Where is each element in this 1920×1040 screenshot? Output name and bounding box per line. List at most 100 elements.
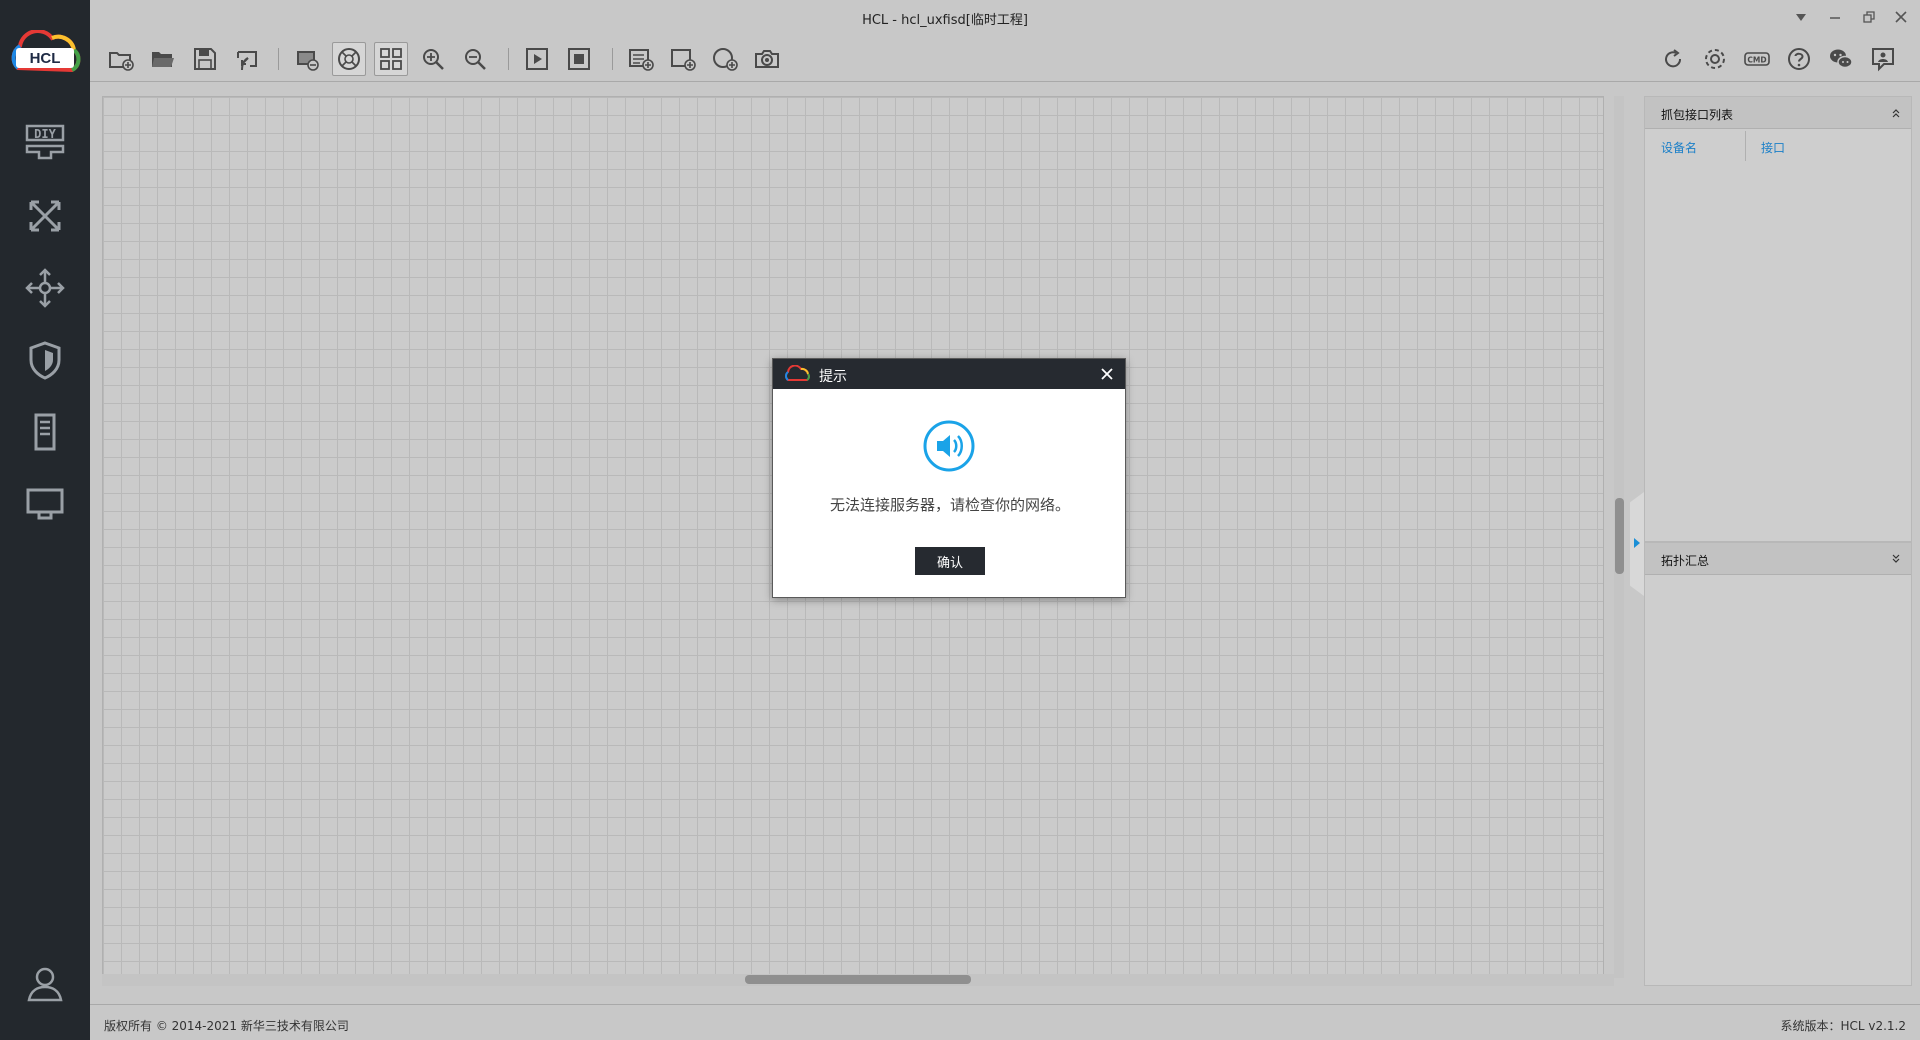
capture-list-title: 抓包接口列表 — [1661, 108, 1734, 122]
zoom-in-button[interactable] — [416, 42, 450, 76]
new-project-button[interactable] — [104, 42, 138, 76]
collapse-up-icon — [1892, 109, 1900, 118]
save-icon — [194, 48, 216, 70]
wechat-icon — [1830, 49, 1853, 69]
window-title: HCL - hcl_uxfisd[临时工程] — [862, 13, 1028, 28]
expand-arrow-icon — [1634, 538, 1640, 548]
circle-add-button[interactable] — [708, 42, 742, 76]
start-icon — [526, 48, 548, 70]
feedback-icon — [1872, 48, 1894, 72]
diy-icon: DIY — [25, 124, 65, 160]
close-button[interactable] — [1886, 4, 1916, 30]
hcl-logo: HCL — [11, 30, 81, 73]
circle-add-icon — [713, 48, 738, 71]
toolbar-separator — [612, 48, 613, 70]
shield-icon — [29, 341, 61, 380]
sidebar-item-switch[interactable] — [0, 252, 90, 324]
monitor-icon — [26, 488, 64, 520]
right-panel: 抓包接口列表 设备名 接口 拓扑汇总 — [1644, 96, 1912, 990]
screenshot-button[interactable] — [290, 42, 324, 76]
sidebar-item-terminal[interactable] — [0, 468, 90, 540]
stop-button[interactable] — [562, 42, 596, 76]
minimize-button[interactable] — [1820, 4, 1850, 30]
camera-icon — [755, 50, 779, 68]
restore-button[interactable] — [1854, 4, 1884, 30]
toolbar: CMD — [90, 34, 1920, 82]
stop-icon — [568, 48, 590, 70]
vertical-scroll-thumb[interactable] — [1615, 498, 1624, 574]
refresh-icon — [1665, 49, 1682, 68]
column-interface[interactable]: 接口 — [1761, 139, 1785, 156]
dialog-message: 无法连接服务器，请检查你的网络。 — [829, 496, 1070, 514]
speaker-icon — [923, 420, 975, 472]
alert-dialog: 提示 无法连接服务器，请检查你的网络。 确认 — [772, 358, 1126, 598]
sidebar-user[interactable] — [0, 948, 90, 1020]
minimize-icon — [1830, 17, 1840, 19]
new-project-icon — [109, 52, 134, 71]
collapse-down-icon — [1892, 554, 1900, 563]
user-icon — [27, 967, 63, 1002]
panel-collapse-handle[interactable] — [1630, 492, 1644, 596]
sidebar-item-diy[interactable]: DIY — [0, 108, 90, 180]
dialog-title-bar: 提示 — [773, 359, 1125, 389]
restore-icon — [1863, 11, 1875, 23]
rect-add-icon — [671, 49, 696, 71]
export-button[interactable] — [230, 42, 264, 76]
feedback-button[interactable] — [1866, 42, 1900, 76]
dropdown-icon — [1796, 14, 1806, 21]
open-button[interactable] — [146, 42, 180, 76]
server-icon — [34, 413, 56, 451]
camera-button[interactable] — [750, 42, 784, 76]
hcl-app: HCL DIY HCL - hcl_uxfisd[临时工程] CMD 抓包接口列… — [0, 0, 1920, 1040]
hcl-cloud-icon — [785, 365, 810, 381]
confirm-button[interactable]: 确认 — [915, 547, 985, 575]
capture-list-header[interactable]: 抓包接口列表 — [1645, 97, 1911, 129]
list-add-button[interactable] — [624, 42, 658, 76]
version-text: 系统版本：HCL v2.1.2 — [1780, 1019, 1906, 1033]
zoom-in-icon — [423, 49, 444, 70]
topology-summary-panel: 拓扑汇总 — [1644, 542, 1912, 986]
sidebar-item-firewall[interactable] — [0, 324, 90, 396]
zoom-out-button[interactable] — [458, 42, 492, 76]
switch-icon — [25, 268, 65, 308]
cmd-button[interactable]: CMD — [1740, 42, 1774, 76]
close-icon — [1895, 11, 1907, 23]
refresh-button[interactable] — [1656, 42, 1690, 76]
wechat-button[interactable] — [1824, 42, 1858, 76]
list-add-icon — [629, 49, 654, 71]
toolbar-separator — [278, 48, 279, 70]
help-button[interactable] — [1782, 42, 1816, 76]
capture-interface-list-panel: 抓包接口列表 设备名 接口 — [1644, 96, 1912, 542]
grid-icon — [380, 48, 402, 70]
gear-icon — [1705, 49, 1725, 69]
sidebar: HCL DIY — [0, 0, 90, 1040]
settings-button[interactable] — [1698, 42, 1732, 76]
sidebar-item-router[interactable] — [0, 180, 90, 252]
toolbar-separator — [508, 48, 509, 70]
status-bar: 版权所有 © 2014-2021 新华三技术有限公司 系统版本：HCL v2.1… — [90, 1004, 1920, 1040]
dropdown-button[interactable] — [1786, 4, 1816, 30]
dialog-title: 提示 — [819, 369, 847, 385]
title-bar: HCL - hcl_uxfisd[临时工程] — [90, 0, 1920, 34]
svg-text:DIY: DIY — [34, 127, 56, 141]
cmd-label: CMD — [1747, 56, 1766, 65]
dialog-close-button[interactable] — [1097, 364, 1117, 384]
zoom-out-icon — [465, 49, 486, 70]
sidebar-item-server[interactable] — [0, 396, 90, 468]
capture-list-columns: 设备名 接口 — [1645, 129, 1911, 163]
topology-summary-header[interactable]: 拓扑汇总 — [1645, 543, 1911, 575]
router-icon — [29, 200, 61, 232]
rect-add-button[interactable] — [666, 42, 700, 76]
globe-button[interactable] — [332, 42, 366, 76]
column-device-name[interactable]: 设备名 — [1661, 139, 1697, 156]
start-button[interactable] — [520, 42, 554, 76]
column-divider — [1745, 131, 1746, 161]
save-button[interactable] — [188, 42, 222, 76]
logo-text: HCL — [30, 50, 61, 67]
horizontal-scroll-thumb[interactable] — [745, 975, 971, 984]
cmd-icon: CMD — [1744, 52, 1770, 66]
help-icon — [1788, 48, 1810, 70]
topology-summary-title: 拓扑汇总 — [1661, 554, 1710, 568]
copyright-text: 版权所有 © 2014-2021 新华三技术有限公司 — [104, 1019, 349, 1033]
grid-button[interactable] — [374, 42, 408, 76]
